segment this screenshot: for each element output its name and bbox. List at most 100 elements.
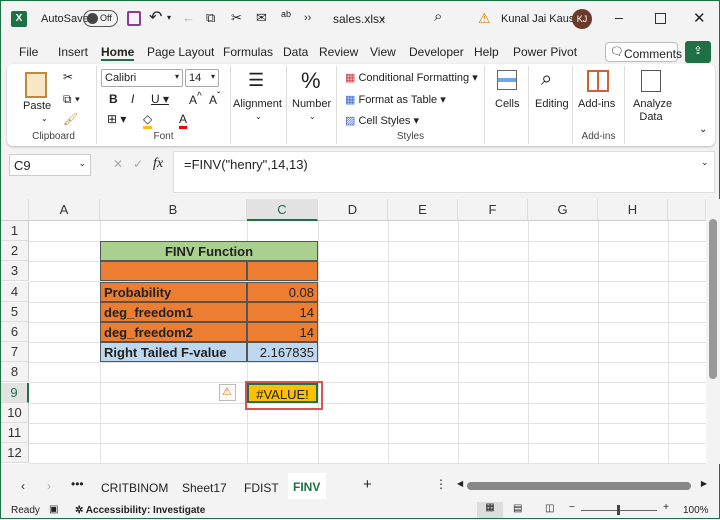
collapse-ribbon-icon[interactable]: ⌄: [699, 124, 707, 135]
row-header-4[interactable]: 4: [1, 281, 29, 302]
page-break-view-icon[interactable]: ◫: [545, 503, 554, 514]
cut-icon[interactable]: ✂: [231, 10, 242, 26]
number-group[interactable]: % Number ⌄: [287, 66, 337, 144]
email-icon[interactable]: ✉: [256, 10, 267, 26]
zoom-level[interactable]: 100%: [683, 505, 709, 516]
copy-icon[interactable]: ⧉ ▾: [63, 92, 80, 107]
column-header-e[interactable]: E: [388, 199, 458, 221]
column-header-a[interactable]: A: [29, 199, 100, 221]
cut-icon[interactable]: ✂: [63, 70, 73, 84]
sheet-tab-sheet17[interactable]: Sheet17: [182, 481, 227, 495]
undo-dropdown-icon[interactable]: ▾: [167, 13, 171, 22]
paste-icon[interactable]: [25, 72, 47, 98]
cells-group[interactable]: Cells: [485, 66, 529, 144]
spreadsheet-grid[interactable]: A B C D E F G H 1 2 3 4 5 6 7 8 9 10 11 12 FINV Function Prob…: [1, 199, 706, 465]
warning-icon[interactable]: ⚠: [478, 10, 491, 27]
accessibility-button[interactable]: ✲ Accessibility: Investigate: [75, 505, 205, 516]
borders-icon[interactable]: ⊞ ▾: [107, 112, 126, 126]
column-header-d[interactable]: D: [318, 199, 388, 221]
analyze-data-button[interactable]: Analyze Data: [633, 98, 672, 124]
tab-file[interactable]: File: [19, 45, 38, 59]
table-title[interactable]: FINV Function: [100, 241, 318, 262]
zoom-slider[interactable]: − +: [569, 502, 669, 516]
normal-view-icon[interactable]: ▦: [477, 502, 503, 518]
sheet-tab-fdist[interactable]: FDIST: [244, 481, 279, 495]
paste-button[interactable]: Paste: [23, 100, 51, 112]
font-size-select[interactable]: 14 ▾: [185, 69, 219, 87]
cell-c3[interactable]: [247, 261, 318, 282]
table-value[interactable]: 14: [247, 322, 318, 342]
analyze-group[interactable]: Analyze Data: [625, 66, 677, 144]
bold-button[interactable]: B: [109, 92, 118, 106]
horizontal-scrollbar[interactable]: ◀ ▶: [457, 479, 707, 491]
autosave-toggle[interactable]: Off: [83, 10, 118, 27]
row-header-9[interactable]: 9: [1, 382, 29, 403]
row-header-8[interactable]: 8: [1, 362, 29, 383]
row-header-6[interactable]: 6: [1, 322, 29, 342]
avatar[interactable]: KJ: [572, 9, 592, 29]
alignment-group[interactable]: ☰ Alignment ⌄: [231, 66, 287, 144]
tab-data[interactable]: Data: [283, 45, 308, 59]
vertical-scrollbar[interactable]: [706, 199, 720, 464]
table-label[interactable]: deg_freedom1: [100, 301, 247, 322]
table-label[interactable]: deg_freedom2: [100, 322, 247, 342]
table-value[interactable]: 2.167835: [247, 342, 318, 363]
table-value[interactable]: 14: [247, 301, 318, 322]
redo-icon[interactable]: ←: [182, 10, 195, 25]
select-all[interactable]: [1, 199, 29, 221]
column-header-h[interactable]: H: [598, 199, 668, 221]
macro-icon[interactable]: ▣: [49, 504, 58, 515]
table-label[interactable]: Right Tailed F-value: [100, 342, 247, 363]
tab-review[interactable]: Review: [319, 45, 358, 59]
file-name[interactable]: sales.xlsx: [333, 12, 385, 26]
close-button[interactable]: ✕: [693, 9, 706, 27]
column-header-f[interactable]: F: [458, 199, 528, 221]
cells-button[interactable]: Cells: [495, 98, 519, 110]
cell-b3[interactable]: [100, 261, 247, 282]
alignment-button[interactable]: Alignment: [233, 98, 282, 110]
sheet-tab-finv[interactable]: FINV: [288, 473, 326, 499]
table-label[interactable]: Probability: [100, 281, 247, 302]
formula-input[interactable]: =FINV("henry",14,13): [173, 151, 715, 193]
format-as-table-button[interactable]: ▦ Format as Table ▾: [345, 93, 446, 106]
maximize-button[interactable]: [655, 13, 666, 24]
tab-formulas[interactable]: Formulas: [223, 45, 273, 59]
more-sheets-icon[interactable]: •••: [71, 477, 84, 491]
tab-developer[interactable]: Developer: [409, 45, 464, 59]
row-header-1[interactable]: 1: [1, 221, 29, 241]
insert-function-icon[interactable]: fx: [153, 156, 163, 172]
conditional-formatting-button[interactable]: ▦ Conditional Formatting ▾: [345, 71, 478, 84]
copy-icon[interactable]: ⧉: [206, 10, 215, 26]
page-layout-view-icon[interactable]: ▤: [513, 503, 522, 514]
row-header-11[interactable]: 11: [1, 423, 29, 443]
font-color-icon[interactable]: A: [179, 112, 188, 129]
expand-formula-icon[interactable]: ⌄: [701, 157, 709, 168]
comments-button[interactable]: 🗨 Comments: [605, 42, 682, 62]
row-header-5[interactable]: 5: [1, 301, 29, 322]
search-icon[interactable]: ⌕: [434, 8, 442, 25]
tab-power-pivot[interactable]: Power Pivot: [513, 45, 577, 59]
tab-page-layout[interactable]: Page Layout: [147, 45, 214, 59]
column-header-b[interactable]: B: [100, 199, 247, 221]
editing-button[interactable]: Editing: [535, 98, 569, 110]
increase-font-icon[interactable]: A^: [189, 91, 202, 107]
editing-group[interactable]: ⌕ Editing: [529, 66, 573, 144]
table-value[interactable]: 0.08: [247, 281, 318, 302]
tab-options-icon[interactable]: ⋮: [435, 477, 447, 491]
fill-color-icon[interactable]: ◇: [143, 112, 153, 129]
spelling-icon[interactable]: ab: [281, 9, 291, 19]
row-header-7[interactable]: 7: [1, 342, 29, 363]
enter-icon[interactable]: ✓: [133, 157, 143, 171]
next-sheet-icon[interactable]: ›: [47, 479, 51, 493]
tab-insert[interactable]: Insert: [58, 45, 88, 59]
number-button[interactable]: Number: [292, 98, 331, 110]
more-commands-icon[interactable]: ››: [304, 12, 311, 24]
cell-c9-error[interactable]: #VALUE!: [247, 382, 318, 403]
cancel-icon[interactable]: ✕: [113, 157, 123, 171]
error-warning-icon[interactable]: ⚠: [219, 383, 236, 401]
cell-styles-button[interactable]: ▨ Cell Styles ▾: [345, 114, 419, 127]
paste-dropdown-icon[interactable]: ⌄: [41, 114, 48, 123]
underline-button[interactable]: U ▾: [151, 92, 169, 106]
tab-home[interactable]: Home: [101, 45, 135, 61]
tab-help[interactable]: Help: [474, 45, 499, 59]
